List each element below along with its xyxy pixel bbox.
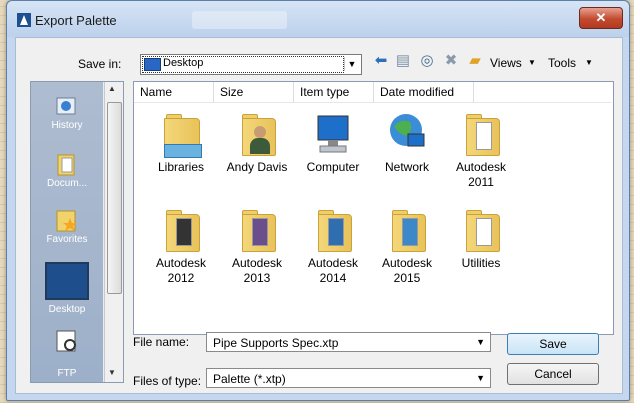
folder-document bbox=[402, 218, 418, 246]
scroll-down-icon[interactable]: ▼ bbox=[108, 368, 116, 377]
ftp-icon bbox=[54, 328, 80, 354]
window-title: Export Palette bbox=[35, 13, 117, 28]
folder-document bbox=[328, 218, 344, 246]
column-size[interactable]: Size bbox=[214, 82, 294, 102]
list-item[interactable]: Autodesk 2011 bbox=[446, 110, 516, 190]
favorites-icon bbox=[54, 208, 80, 234]
folder-icon bbox=[384, 206, 430, 252]
file-name-label: File name: bbox=[133, 335, 190, 349]
user-body bbox=[250, 138, 270, 154]
list-item[interactable]: Libraries bbox=[146, 110, 216, 175]
item-label: Libraries bbox=[157, 160, 205, 174]
save-in-label: Save in: bbox=[78, 57, 122, 71]
tools-chevron-icon[interactable]: ▼ bbox=[585, 58, 593, 67]
list-item[interactable]: Computer bbox=[298, 110, 368, 175]
libraries-icon bbox=[158, 110, 204, 158]
item-label: Andy Davis bbox=[226, 160, 288, 174]
network-icon bbox=[384, 110, 430, 156]
search-web-icon[interactable]: ◎ bbox=[418, 52, 436, 70]
folder-document bbox=[252, 218, 268, 246]
list-item[interactable]: Autodesk 2015 bbox=[372, 206, 442, 286]
place-favorites[interactable]: Favorites bbox=[31, 208, 103, 245]
file-name-value: Pipe Supports Spec.xtp bbox=[213, 336, 339, 350]
places-scrollbar[interactable]: ▲ ▼ bbox=[104, 82, 123, 382]
item-label: Autodesk 2014 bbox=[307, 256, 359, 285]
file-name-combo[interactable]: Pipe Supports Spec.xtp ▼ bbox=[206, 332, 491, 352]
folder-icon bbox=[458, 110, 504, 156]
dialog-body: Save in: Desktop ▼ ⬅ ▤ ◎ ✖ ▰ Views ▼ Too… bbox=[15, 37, 623, 394]
history-icon bbox=[54, 94, 80, 120]
desktop-icon bbox=[144, 58, 161, 71]
back-icon[interactable]: ⬅ bbox=[372, 52, 390, 70]
column-date-modified[interactable]: Date modified bbox=[374, 82, 474, 102]
file-type-value: Palette (*.xtp) bbox=[213, 372, 286, 386]
place-label: Docum... bbox=[46, 178, 87, 189]
cancel-button[interactable]: Cancel bbox=[507, 363, 599, 385]
computer-icon bbox=[310, 110, 356, 156]
item-label: Autodesk 2011 bbox=[455, 160, 507, 189]
chevron-down-icon[interactable]: ▼ bbox=[476, 373, 485, 383]
item-label: Network bbox=[384, 160, 429, 174]
places-list: History Docum... Favorites Desktop FTP bbox=[31, 82, 103, 382]
background-window-ghost bbox=[192, 11, 287, 29]
place-ftp[interactable]: FTP bbox=[31, 328, 103, 379]
up-folder-icon[interactable]: ▤ bbox=[394, 52, 412, 70]
column-item-type[interactable]: Item type bbox=[294, 82, 374, 102]
list-item[interactable]: Autodesk 2012 bbox=[146, 206, 216, 286]
chevron-down-icon[interactable]: ▼ bbox=[344, 57, 359, 71]
column-name[interactable]: Name bbox=[134, 82, 214, 102]
file-type-label: Files of type: bbox=[133, 374, 202, 388]
place-label: Favorites bbox=[46, 234, 88, 245]
list-item[interactable]: Autodesk 2014 bbox=[298, 206, 368, 286]
export-palette-dialog: Export Palette ✕ Save in: Desktop ▼ ⬅ ▤ … bbox=[6, 0, 630, 401]
folder-icon bbox=[310, 206, 356, 252]
folder-document bbox=[176, 218, 192, 246]
views-chevron-icon[interactable]: ▼ bbox=[528, 58, 536, 67]
new-folder-icon[interactable]: ▰ bbox=[466, 52, 484, 70]
list-item[interactable]: Andy Davis bbox=[222, 110, 292, 175]
file-type-select[interactable]: Palette (*.xtp) ▼ bbox=[206, 368, 491, 388]
close-button[interactable]: ✕ bbox=[579, 7, 623, 29]
user-folder-icon bbox=[234, 110, 280, 156]
save-in-value: Desktop bbox=[163, 57, 204, 69]
place-label: History bbox=[51, 120, 83, 131]
header-divider bbox=[134, 102, 611, 103]
folder-icon bbox=[234, 206, 280, 252]
item-label: Autodesk 2015 bbox=[381, 256, 433, 285]
save-button[interactable]: Save bbox=[507, 333, 599, 355]
desktop-icon bbox=[45, 262, 89, 300]
place-documents[interactable]: Docum... bbox=[31, 152, 103, 189]
folder-icon bbox=[458, 206, 504, 252]
autodesk-app-icon bbox=[17, 13, 31, 27]
documents-icon bbox=[54, 152, 80, 178]
place-history[interactable]: History bbox=[31, 94, 103, 131]
place-label: Desktop bbox=[48, 304, 86, 315]
chevron-down-icon[interactable]: ▼ bbox=[476, 337, 485, 347]
file-list[interactable]: Name Size Item type Date modified Librar… bbox=[133, 81, 614, 335]
folder-document bbox=[476, 218, 492, 246]
user-head bbox=[254, 126, 266, 138]
list-item[interactable]: Network bbox=[372, 110, 442, 175]
title-bar[interactable]: Export Palette ✕ bbox=[7, 1, 629, 37]
delete-icon[interactable]: ✖ bbox=[442, 52, 460, 70]
item-label: Autodesk 2013 bbox=[231, 256, 283, 285]
list-item[interactable]: Autodesk 2013 bbox=[222, 206, 292, 286]
list-item[interactable]: Utilities bbox=[446, 206, 516, 271]
place-label: FTP bbox=[57, 368, 77, 379]
folder-icon bbox=[158, 206, 204, 252]
save-in-combo[interactable]: Desktop ▼ bbox=[140, 54, 362, 75]
library-shelf bbox=[164, 144, 202, 158]
tools-menu[interactable]: Tools bbox=[548, 56, 576, 70]
views-menu[interactable]: Views bbox=[490, 56, 522, 70]
folder-document bbox=[476, 122, 492, 150]
item-label: Autodesk 2012 bbox=[155, 256, 207, 285]
item-label: Computer bbox=[306, 160, 360, 174]
places-bar: History Docum... Favorites Desktop FTP ▲… bbox=[30, 81, 124, 383]
item-label: Utilities bbox=[461, 256, 501, 270]
place-desktop[interactable]: Desktop bbox=[31, 262, 103, 315]
scroll-up-icon[interactable]: ▲ bbox=[108, 84, 116, 93]
scroll-thumb[interactable] bbox=[107, 102, 122, 294]
